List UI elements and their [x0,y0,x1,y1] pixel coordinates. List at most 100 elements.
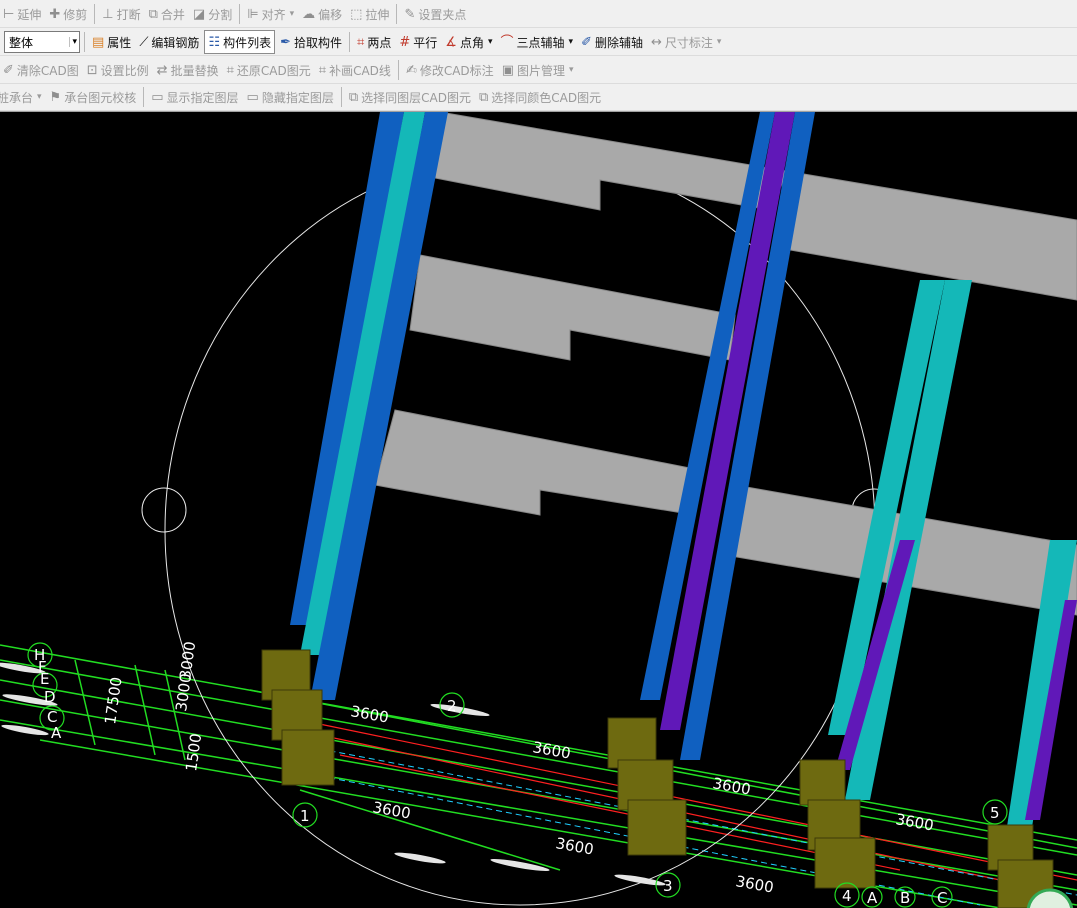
footing[interactable] [814,837,876,889]
3d-viewport[interactable]: 3600 3600 3600 3600 3600 3600 3600 17500… [0,112,1077,908]
scope-select[interactable]: 整体 ▾ [4,31,80,53]
chevron-down-icon: ▾ [716,37,722,47]
show-layer-button[interactable]: ▭ 显示指定图层 [148,86,241,108]
extend-button[interactable]: ⊢ 延伸 [0,3,44,25]
eraser-icon: ✐ [581,34,592,50]
chevron-down-icon: ▾ [569,65,574,75]
axis-letter: E [40,670,49,688]
axis-number: 1 [300,807,310,825]
break-button[interactable]: ⊥ 打断 [99,3,143,25]
label-icon: ✍ [405,62,417,78]
align-button[interactable]: ⊫ 对齐 ▾ [244,3,297,25]
set-scale-button[interactable]: ⊡ 设置比例 [84,59,152,81]
footing[interactable] [281,729,335,786]
axis-icon: ⌗ [357,34,365,50]
merge-button[interactable]: ⧉ 合并 [146,3,188,25]
chevron-down-icon: ▾ [37,92,42,102]
layer-icon: ▭ [246,89,259,105]
list-icon: ☷ [208,34,221,50]
axis-letter: A [867,889,878,907]
separator [397,60,399,80]
chevron-down-icon: ▾ [568,37,574,47]
check-icon: ⚑ [49,89,62,105]
axis-letter: C [937,889,947,907]
dimension-button[interactable]: ↔ 尺寸标注 ▾ [648,31,724,53]
set-grip-button[interactable]: ✎ 设置夹点 [401,3,469,25]
eyedropper-icon: ✒ [280,34,292,50]
pencil-icon: ✎ [404,6,416,22]
three-point-axis-button[interactable]: ⌒ 三点辅轴 ▾ [498,31,577,53]
footing[interactable] [799,759,846,806]
stretch-button[interactable]: ⬚ 拉伸 [347,3,392,25]
axis-letter: B [900,889,910,907]
clear-cad-button[interactable]: ✐ 清除CAD图 [0,59,82,81]
separator [349,32,351,52]
offset-icon: ☁ [302,6,316,22]
image-icon: ▣ [501,62,514,78]
eraser-icon: ✐ [3,62,14,78]
modify-cad-label-button[interactable]: ✍ 修改CAD标注 [403,59,497,81]
toolbar-component: 整体 ▾ ▤ 属性 ⟋ 编辑钢筋 ☷ 构件列表 ✒ 拾取构件 ⌗ 两点 # 平行 ∡ 点角 ▾ ⌒… [0,29,1077,56]
parallel-icon: # [399,34,411,50]
image-manage-button[interactable]: ▣ 图片管理 ▾ [499,59,577,81]
split-button[interactable]: ◪ 分割 [190,3,235,25]
point-angle-button[interactable]: ∡ 点角 ▾ [442,31,495,53]
edit-rebar-button[interactable]: ⟋ 编辑钢筋 [136,31,202,53]
properties-icon: ▤ [92,34,105,50]
separator [239,4,241,24]
split-icon: ◪ [192,6,206,22]
pick-component-button[interactable]: ✒ 拾取构件 [277,31,345,53]
parallel-button[interactable]: # 平行 [396,31,440,53]
merge-icon: ⧉ [148,6,158,22]
axis-number: 4 [842,887,852,905]
axis-number: 2 [447,697,457,715]
dimension-icon: ↔ [650,34,662,50]
select-icon: ⧉ [478,89,489,105]
align-icon: ⊫ [247,6,259,22]
select-same-color-button[interactable]: ⧉ 选择同颜色CAD图元 [476,86,604,108]
scale-icon: ⊡ [86,62,98,78]
separator [84,32,85,52]
separator [143,87,145,107]
arc-axis-icon: ⌒ [500,34,514,50]
grid-icon: ⌗ [318,62,327,78]
model-canvas[interactable]: 3600 3600 3600 3600 3600 3600 3600 17500… [0,112,1077,908]
axis-number: 5 [990,804,1000,822]
separator [340,87,342,107]
layer-icon: ▭ [151,89,164,105]
two-points-button[interactable]: ⌗ 两点 [354,31,394,53]
extend-icon: ⊢ [3,6,15,22]
trim-button[interactable]: ✚ 修剪 [46,3,90,25]
cap-check-button[interactable]: ⚑ 承台图元校核 [47,86,140,108]
draw-cad-line-button[interactable]: ⌗ 补画CAD线 [316,59,394,81]
axis-letter: D [44,688,56,706]
trim-icon: ✚ [49,6,61,22]
separator [94,4,96,24]
hide-layer-button[interactable]: ▭ 隐藏指定图层 [244,86,337,108]
offset-button[interactable]: ☁ 偏移 [299,3,345,25]
chevron-down-icon: ▾ [69,37,77,47]
select-same-layer-button[interactable]: ⧉ 选择同图层CAD图元 [346,86,474,108]
axis-number: 3 [663,877,673,895]
toolbar-layer: 桩承台 ▾ ⚑ 承台图元校核 ▭ 显示指定图层 ▭ 隐藏指定图层 ⧉ 选择同图层CAD图元… [0,84,1077,111]
angle-icon: ∡ [445,34,457,50]
component-list-button[interactable]: ☷ 构件列表 [204,30,276,54]
footing[interactable] [627,799,687,856]
chevron-down-icon: ▾ [289,9,295,19]
delete-axis-button[interactable]: ✐ 删除辅轴 [578,31,646,53]
restore-icon: ⌗ [226,62,234,78]
toolbar-area: ⊢ 延伸 ✚ 修剪 ⊥ 打断 ⧉ 合并 ◪ 分割 ⊫ 对齐 ▾ ☁ 偏移 ⬚ 拉伸 ✎ 设置夹点 整… [0,0,1077,112]
replace-icon: ⇄ [156,62,168,78]
restore-cad-button[interactable]: ⌗ 还原CAD图元 [224,59,314,81]
batch-replace-button[interactable]: ⇄ 批量替换 [154,59,222,81]
properties-button[interactable]: ▤ 属性 [89,31,134,53]
toolbar-edit: ⊢ 延伸 ✚ 修剪 ⊥ 打断 ⧉ 合并 ◪ 分割 ⊫ 对齐 ▾ ☁ 偏移 ⬚ 拉伸 ✎ 设置夹点 [0,1,1077,28]
axis-letter: A [51,724,62,742]
toolbar-cad: ✐ 清除CAD图 ⊡ 设置比例 ⇄ 批量替换 ⌗ 还原CAD图元 ⌗ 补画CAD线 ✍ 修改… [0,57,1077,84]
pile-cap-button[interactable]: 桩承台 ▾ [0,86,45,108]
separator [396,4,398,24]
chevron-down-icon: ▾ [487,37,493,47]
stretch-icon: ⬚ [350,6,363,22]
rebar-icon: ⟋ [139,34,149,50]
select-icon: ⧉ [348,89,359,105]
